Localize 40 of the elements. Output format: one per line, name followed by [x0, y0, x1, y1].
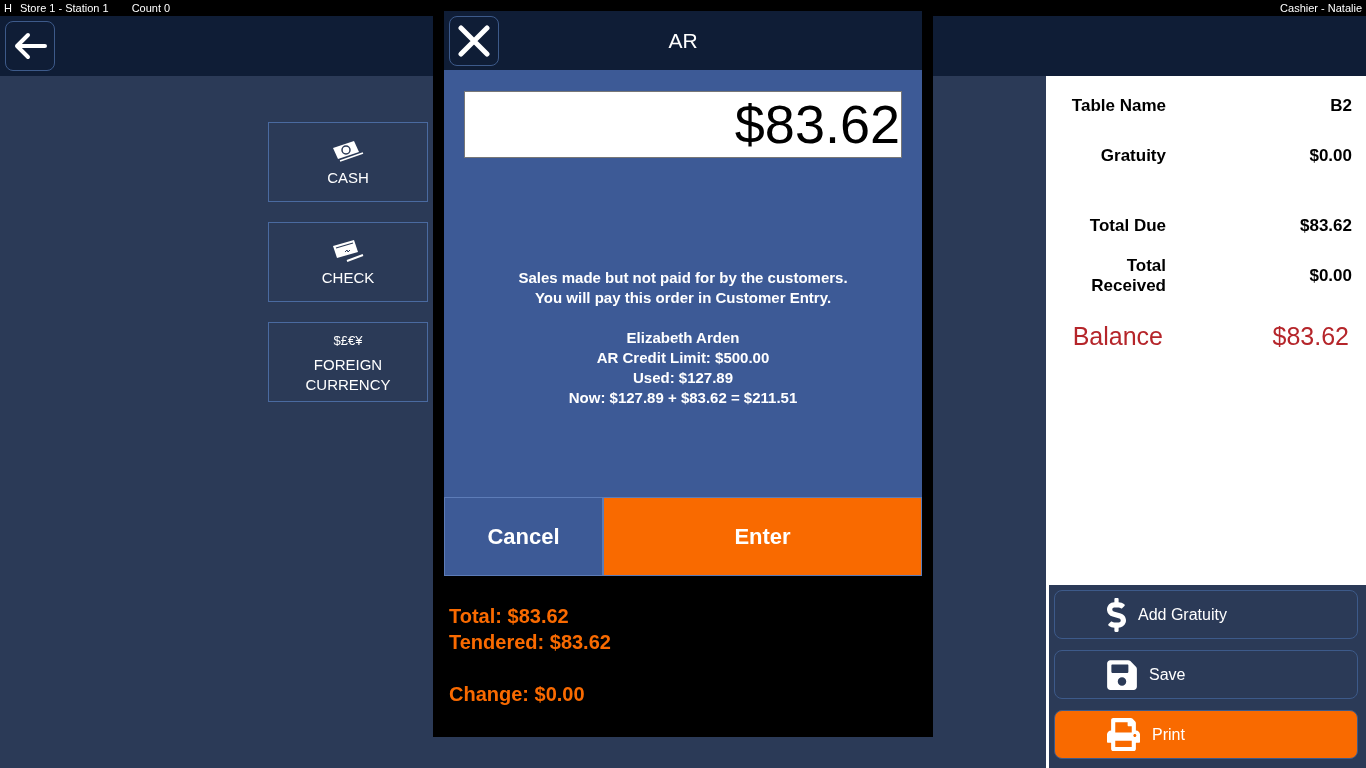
- summary-label: Total Due: [1089, 216, 1166, 236]
- currency-symbols: $£€¥: [333, 333, 363, 349]
- summary-label: Table Name: [1071, 96, 1166, 116]
- payment-method-button[interactable]: CHECK: [268, 222, 428, 302]
- banknote-icon: [332, 140, 364, 162]
- info-text: Sales made but not paid for by the customers. You will pay this order in Customer Entry.: [518, 268, 848, 308]
- customer-info-text: AR Credit Limit: $500.00: [596, 348, 770, 368]
- arrow-left-icon: [13, 32, 47, 60]
- close-button[interactable]: [449, 15, 499, 66]
- balance-value: $83.62: [1272, 321, 1349, 351]
- cheque-icon: [332, 240, 364, 262]
- close-icon: [458, 24, 490, 57]
- summary-value: $83.62: [1300, 216, 1352, 236]
- payment-method-button[interactable]: CASH: [268, 122, 428, 202]
- printer-icon: [1107, 718, 1140, 751]
- summary-value: B2: [1330, 96, 1352, 116]
- customer-info-text: Used: $127.89: [632, 368, 734, 388]
- action-button[interactable]: Save: [1054, 650, 1358, 699]
- amount-field[interactable]: $83.62: [464, 91, 902, 158]
- tender-text: Total: $83.62: [449, 604, 569, 629]
- cancel-button[interactable]: Cancel: [444, 497, 603, 576]
- summary-label: Total Received: [1090, 256, 1166, 296]
- back-button[interactable]: [5, 21, 55, 71]
- cashier-text: Cashier - Natalie: [1280, 1, 1362, 15]
- save-icon: [1107, 657, 1137, 692]
- station-text: Store 1 - Station 1: [19, 1, 109, 15]
- mode-text: H: [4, 1, 12, 15]
- customer-info-text: Now: $127.89 + $83.62 = $211.51: [568, 388, 798, 408]
- summary-label: Gratuity: [1100, 146, 1166, 166]
- payment-method-button[interactable]: $£€¥ FOREIGN CURRENCY: [268, 322, 428, 402]
- summary-value: $0.00: [1309, 266, 1352, 286]
- dollar-icon: [1107, 597, 1126, 632]
- balance-label: Balance: [1072, 321, 1163, 351]
- change-text: Change: $0.00: [449, 682, 585, 707]
- customer-info-text: Elizabeth Arden: [626, 328, 740, 348]
- count-text: Count 0: [131, 1, 171, 15]
- dialog-title: AR: [667, 28, 699, 53]
- tender-text: Tendered: $83.62: [449, 630, 611, 655]
- action-button[interactable]: Add Gratuity: [1054, 590, 1358, 639]
- summary-value: $0.00: [1309, 146, 1352, 166]
